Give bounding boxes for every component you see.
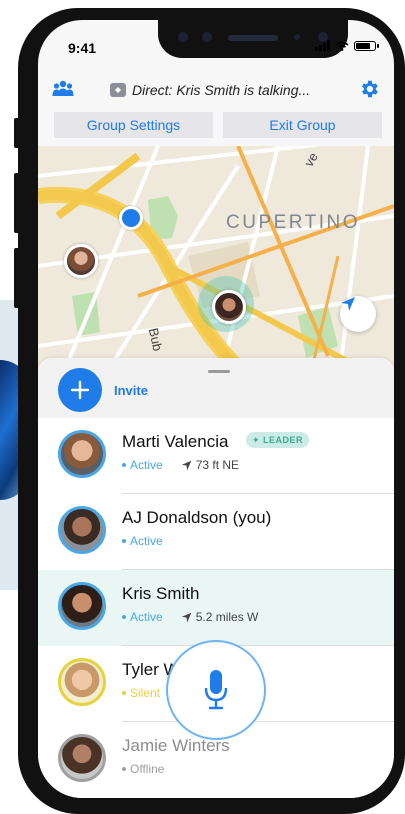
status-text: Offline <box>130 762 165 776</box>
direction-arrow-icon <box>181 612 191 622</box>
location-arrow-icon <box>341 297 355 311</box>
sheet-handle[interactable] <box>208 370 230 373</box>
battery-icon <box>354 40 379 51</box>
member-status: Silent <box>122 686 160 700</box>
phone-notch <box>158 20 348 58</box>
avatar <box>58 506 106 554</box>
status-dot <box>122 767 126 771</box>
sensor <box>294 34 300 40</box>
member-name: AJ Donaldson (you) <box>122 508 272 527</box>
map-member-avatar[interactable] <box>212 290 246 324</box>
map-member-avatar[interactable] <box>64 244 98 278</box>
member-status: Offline <box>122 762 164 776</box>
status-text: Active <box>130 534 163 548</box>
member-distance: 73 ft NE <box>181 458 239 472</box>
speaker <box>228 35 278 41</box>
app-screen: 9:41 Direct: Kris Smith is talking... Gr… <box>38 20 394 798</box>
app-header: Direct: Kris Smith is talking... <box>38 72 394 108</box>
microphone-icon <box>204 670 228 710</box>
status-dot <box>122 615 126 619</box>
signal-icon <box>315 40 330 51</box>
avatar <box>58 582 106 630</box>
direct-talk-text: Direct: Kris Smith is talking... <box>132 82 311 98</box>
group-settings-button[interactable]: Group Settings <box>54 112 213 138</box>
camera <box>178 32 188 42</box>
wifi-icon <box>335 41 349 51</box>
distance-text: 73 ft NE <box>195 458 240 472</box>
avatar <box>58 658 106 706</box>
member-status: Active 5.2 miles W <box>122 610 258 624</box>
status-time: 9:41 <box>68 40 97 56</box>
member-row[interactable]: Marti Valencia ✦ LEADER Active 73 ft NE <box>38 418 394 494</box>
gear-icon[interactable] <box>358 78 380 100</box>
locate-button[interactable] <box>340 296 376 332</box>
map-view[interactable]: CUPERTINO Bub ve <box>38 146 394 386</box>
status-dot <box>122 463 126 467</box>
direct-talk-icon <box>110 83 126 97</box>
camera <box>202 32 212 42</box>
phone-button <box>14 118 20 148</box>
invite-button[interactable] <box>58 368 102 412</box>
status-dot <box>122 539 126 543</box>
direction-arrow-icon <box>181 460 191 470</box>
member-status: Active <box>122 534 163 548</box>
group-actions: Group Settings Exit Group <box>54 112 382 138</box>
invite-label[interactable]: Invite <box>114 383 148 398</box>
member-distance: 5.2 miles W <box>181 610 259 624</box>
status-icons <box>315 40 379 51</box>
member-name: Kris Smith <box>122 584 200 603</box>
avatar <box>58 430 106 478</box>
exit-group-button[interactable]: Exit Group <box>223 112 382 138</box>
status-text: Silent <box>130 686 161 700</box>
push-to-talk-button[interactable] <box>166 640 266 740</box>
current-location-dot <box>119 206 143 230</box>
phone-button <box>14 248 20 308</box>
status-dot <box>122 691 126 695</box>
status-text: Active <box>130 458 163 472</box>
avatar <box>58 734 106 782</box>
member-status: Active 73 ft NE <box>122 458 239 472</box>
leader-badge: ✦ LEADER <box>246 432 310 448</box>
member-name: Marti Valencia <box>122 432 229 451</box>
direct-talk-indicator: Direct: Kris Smith is talking... <box>110 82 310 98</box>
member-row[interactable]: Kris Smith Active 5.2 miles W <box>38 570 394 646</box>
distance-text: 5.2 miles W <box>195 610 259 624</box>
plus-icon <box>70 380 90 400</box>
status-text: Active <box>130 610 163 624</box>
member-row[interactable]: AJ Donaldson (you) Active <box>38 494 394 570</box>
phone-button <box>14 173 20 233</box>
map-city-label: CUPERTINO <box>226 212 361 233</box>
group-icon[interactable] <box>52 80 74 98</box>
